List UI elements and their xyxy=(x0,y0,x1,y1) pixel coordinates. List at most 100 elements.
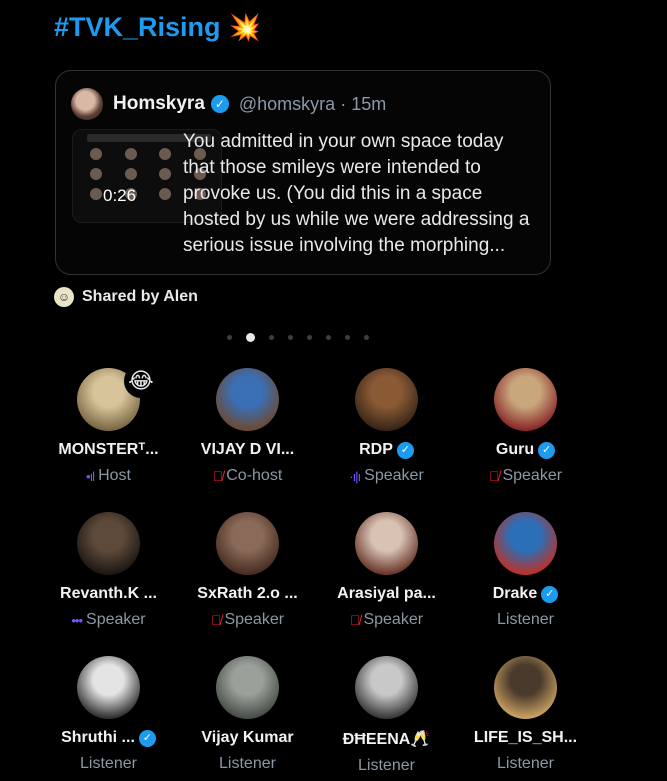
participant-role: Listener xyxy=(80,755,137,772)
participant-role-row: 🎙̸ Co-host xyxy=(213,467,283,485)
participant-avatar[interactable] xyxy=(355,368,418,431)
participant-avatar[interactable] xyxy=(494,368,557,431)
author-name[interactable]: Homskyra xyxy=(113,93,205,115)
participant-role: Speaker xyxy=(86,611,146,628)
verified-badge-icon: ✓ xyxy=(138,729,156,747)
handle-text: @homskyra xyxy=(238,93,336,114)
speaking-dots-icon: ••• xyxy=(71,612,83,628)
post-time: 15m xyxy=(351,93,387,114)
participant-avatar[interactable]: 😂 xyxy=(77,364,158,431)
participant-role: Host xyxy=(98,467,131,484)
participant-card[interactable]: Vijay Kumar Listener xyxy=(179,656,316,781)
participant-role: Listener xyxy=(497,611,554,628)
participant-avatar[interactable] xyxy=(355,656,418,719)
participant-card[interactable]: Shruthi ... ✓ Listener xyxy=(40,656,177,781)
video-duration: 0:26 xyxy=(103,186,137,205)
participant-name: Shruthi ... xyxy=(61,729,135,746)
participant-name-row: Arasiyal pa... xyxy=(337,585,436,603)
participant-role: Listener xyxy=(219,755,276,772)
participant-role-row: ·ı|ı Speaker xyxy=(349,467,424,485)
participant-role-row: Listener xyxy=(497,611,554,629)
participant-role-row: ••• Speaker xyxy=(71,611,145,629)
participant-card[interactable]: Drake ✓ Listener xyxy=(457,512,594,656)
participant-name: VIJAY D VI... xyxy=(200,441,295,458)
sparkle-burst-icon: 💥 xyxy=(228,12,261,42)
quoted-post-text: You admitted in your own space today tha… xyxy=(183,131,530,256)
participant-name-row: Revanth.K ... xyxy=(60,585,157,603)
author-avatar[interactable] xyxy=(71,88,103,120)
participant-name: Drake xyxy=(492,585,538,602)
verified-badge-icon: ✓ xyxy=(538,441,556,459)
participant-card[interactable]: SxRath 2.o ... 🎙̸ Speaker xyxy=(179,512,316,656)
participant-role: Speaker xyxy=(224,611,285,628)
page-title: #TVK_Rising 💥 xyxy=(54,12,261,43)
pagination-dots[interactable] xyxy=(227,333,369,342)
verified-badge-icon: ✓ xyxy=(541,585,559,603)
pagination-dot[interactable] xyxy=(227,335,232,340)
participant-avatar[interactable] xyxy=(355,512,418,575)
participant-role: Speaker xyxy=(363,611,424,628)
participant-card[interactable]: ÐĦEENA🥂 Listener xyxy=(318,656,455,781)
participant-card[interactable]: Revanth.K ... ••• Speaker xyxy=(40,512,177,656)
participant-role-row: 🎙̸ Speaker xyxy=(211,611,284,629)
participant-name: Guru xyxy=(495,441,535,458)
speaking-bars-icon: ·ı|ı xyxy=(349,468,361,484)
participant-role-row: Listener xyxy=(497,755,554,773)
pagination-dot[interactable] xyxy=(364,335,369,340)
verified-badge-icon: ✓ xyxy=(210,95,229,113)
participant-name-row: VIJAY D VI... xyxy=(201,441,294,459)
participant-role: Listener xyxy=(497,755,554,772)
participant-name-row: MONSTERᵀ... xyxy=(58,441,158,459)
participant-card[interactable]: RDP ✓ ·ı|ı Speaker xyxy=(318,368,455,512)
host-bars-icon: •ıl xyxy=(86,468,95,484)
pagination-dot[interactable] xyxy=(269,335,274,340)
participant-name-row: Shruthi ... ✓ xyxy=(61,729,156,747)
participant-name-row: Drake ✓ xyxy=(492,585,559,603)
participant-name-row: SxRath 2.o ... xyxy=(197,585,297,603)
participant-name: RDP xyxy=(359,441,393,458)
author-handle[interactable]: @homskyra · 15m xyxy=(239,94,386,115)
participant-name: MONSTERᵀ... xyxy=(58,441,159,458)
participant-role: Co-host xyxy=(226,467,283,484)
participant-name: Arasiyal pa... xyxy=(337,585,436,602)
participant-card[interactable]: Arasiyal pa... 🎙̸ Speaker xyxy=(318,512,455,656)
pagination-dot[interactable] xyxy=(246,333,255,342)
participant-card[interactable]: VIJAY D VI... 🎙̸ Co-host xyxy=(179,368,316,512)
pagination-dot[interactable] xyxy=(307,335,312,340)
participant-role-row: Listener xyxy=(219,755,276,773)
participant-avatar[interactable] xyxy=(216,368,279,431)
participant-avatar[interactable] xyxy=(216,512,279,575)
participant-name: Revanth.K ... xyxy=(60,585,157,602)
participant-role: Speaker xyxy=(364,467,424,484)
participant-avatar[interactable] xyxy=(494,512,557,575)
participant-name: SxRath 2.o ... xyxy=(197,585,298,602)
participant-role: Speaker xyxy=(502,467,563,484)
participant-card[interactable]: Guru ✓ 🎙̸ Speaker xyxy=(457,368,594,512)
quoted-post-header: Homskyra ✓ @homskyra · 15m xyxy=(71,88,386,120)
participant-role-row: 🎙̸ Speaker xyxy=(350,611,423,629)
mic-off-icon: 🎙̸ xyxy=(349,612,360,628)
mic-off-icon: 🎙̸ xyxy=(488,468,499,484)
title-text: #TVK_Rising xyxy=(54,12,221,42)
participant-avatar[interactable] xyxy=(77,512,140,575)
shared-by-row[interactable]: ☺ Shared by Alen xyxy=(54,287,198,307)
participant-avatar[interactable] xyxy=(216,656,279,719)
pagination-dot[interactable] xyxy=(345,335,350,340)
participant-name-row: Guru ✓ xyxy=(495,441,556,459)
participant-card[interactable]: LIFE_IS_SH... Listener xyxy=(457,656,594,781)
participant-name: Vijay Kumar xyxy=(201,729,294,746)
pagination-dot[interactable] xyxy=(326,335,331,340)
mic-off-icon: 🎙̸ xyxy=(212,468,223,484)
participants-grid: 😂 MONSTERᵀ... •ıl Host VIJAY D VI... 🎙̸ Co-hos… xyxy=(40,364,630,781)
participant-name-row: Vijay Kumar xyxy=(201,729,293,747)
pagination-dot[interactable] xyxy=(288,335,293,340)
participant-name: LIFE_IS_SH... xyxy=(473,729,578,746)
participant-avatar[interactable] xyxy=(494,656,557,719)
quoted-post-card[interactable]: Homskyra ✓ @homskyra · 15m 0:26 You admi… xyxy=(55,70,551,275)
reaction-emoji-badge: 😂 xyxy=(124,364,158,398)
sharer-avatar-icon: ☺ xyxy=(54,287,74,307)
participant-card[interactable]: 😂 MONSTERᵀ... •ıl Host xyxy=(40,364,177,512)
participant-name-row: ÐĦEENA🥂 xyxy=(343,729,430,749)
participant-avatar[interactable] xyxy=(77,656,140,719)
participant-name-row: RDP ✓ xyxy=(359,441,414,459)
